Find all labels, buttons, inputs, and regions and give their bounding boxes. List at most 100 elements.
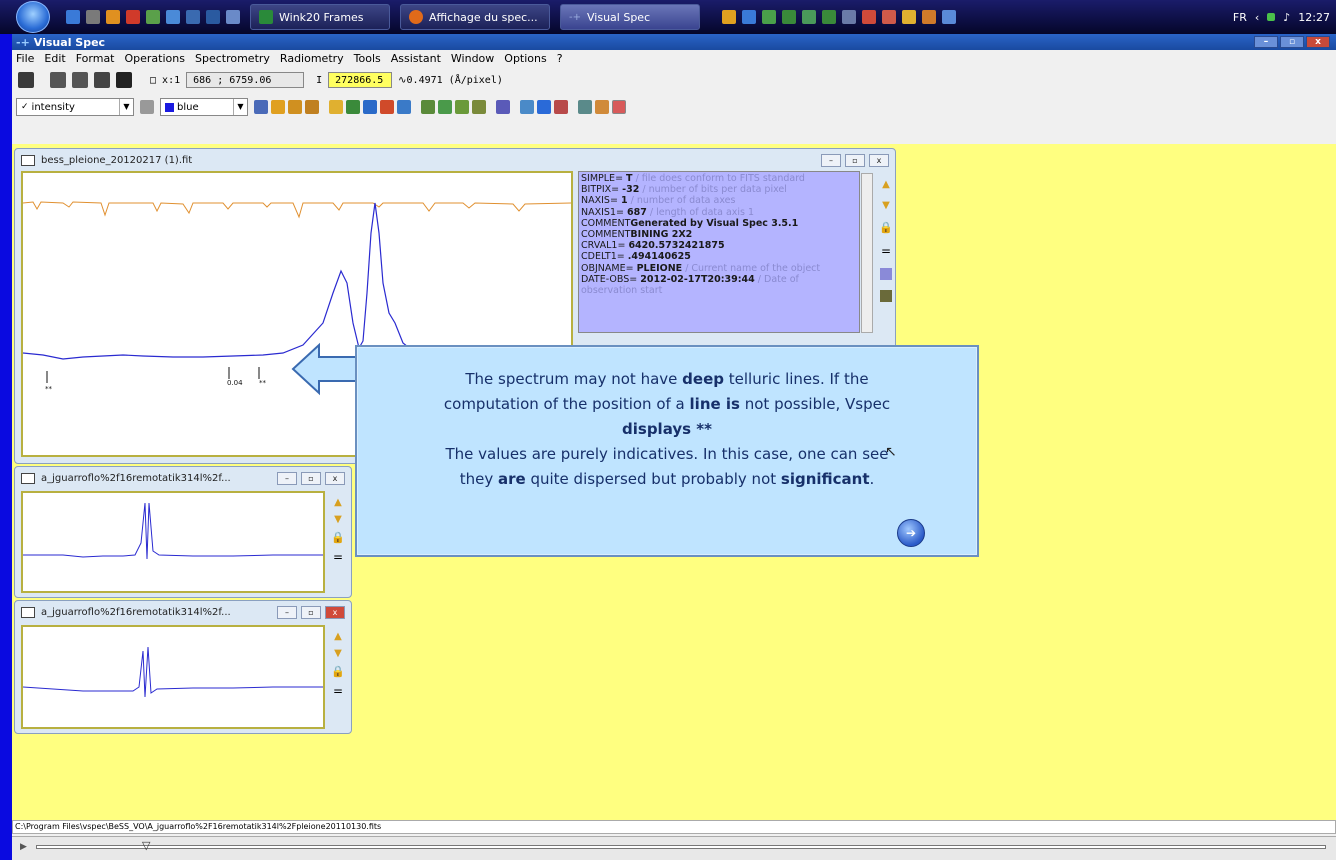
clock[interactable]: 12:27 <box>1298 11 1330 24</box>
menu-tools[interactable]: Tools <box>354 52 381 65</box>
quicklaunch-icon[interactable] <box>226 10 240 24</box>
drop-icon[interactable] <box>537 100 551 114</box>
lock-icon[interactable]: 🔒 <box>879 221 893 234</box>
arrow-down-icon[interactable]: ▼ <box>334 648 342 659</box>
start-button[interactable] <box>16 1 50 33</box>
pinned-icon[interactable] <box>722 10 736 24</box>
close-button[interactable]: x <box>1306 36 1330 48</box>
quicklaunch-icon[interactable] <box>146 10 160 24</box>
chevron-down-icon[interactable]: ▼ <box>233 99 247 115</box>
network-icon[interactable] <box>1267 13 1276 21</box>
menu-edit[interactable]: Edit <box>44 52 65 65</box>
maximize-button[interactable]: ▫ <box>845 153 865 167</box>
minimize-button[interactable]: – <box>1254 36 1278 48</box>
tool-icon[interactable] <box>254 100 268 114</box>
task-wink[interactable]: Wink20 Frames <box>250 4 390 30</box>
tool-icon[interactable] <box>520 100 534 114</box>
equal-icon[interactable]: = <box>333 550 343 564</box>
quicklaunch-icon[interactable] <box>66 10 80 24</box>
maximize-button[interactable]: ▫ <box>301 471 321 485</box>
tool-icon[interactable] <box>271 100 285 114</box>
pinned-icon[interactable] <box>782 10 796 24</box>
menu-help[interactable]: ? <box>557 52 563 65</box>
menu-options[interactable]: Options <box>504 52 546 65</box>
printer-icon[interactable] <box>18 72 34 88</box>
tool-icon[interactable] <box>305 100 319 114</box>
quicklaunch-icon[interactable] <box>86 10 100 24</box>
unzoom-icon[interactable] <box>380 100 394 114</box>
task-visual-spec[interactable]: -+ Visual Spec <box>560 4 700 30</box>
tool-icon[interactable] <box>421 100 435 114</box>
chevron-left-icon[interactable]: ‹ <box>1255 11 1259 24</box>
menu-operations[interactable]: Operations <box>125 52 185 65</box>
lock-icon[interactable]: 🔒 <box>331 531 345 544</box>
equal-icon[interactable]: = <box>333 684 343 698</box>
spectrum-slider[interactable]: ▶ ▽ <box>12 836 1336 860</box>
quicklaunch-icon[interactable] <box>166 10 180 24</box>
tool-icon[interactable] <box>346 100 360 114</box>
spectrum-plot[interactable] <box>21 491 325 593</box>
pinned-icon[interactable] <box>802 10 816 24</box>
tool-icon[interactable] <box>438 100 452 114</box>
menu-format[interactable]: Format <box>76 52 115 65</box>
language-indicator[interactable]: FR <box>1233 11 1247 24</box>
pinned-icon[interactable] <box>922 10 936 24</box>
quicklaunch-icon[interactable] <box>126 10 140 24</box>
volume-icon[interactable]: ♪ <box>1283 11 1290 24</box>
quicklaunch-icon[interactable] <box>186 10 200 24</box>
menu-window[interactable]: Window <box>451 52 494 65</box>
pinned-icon[interactable] <box>762 10 776 24</box>
menu-spectrometry[interactable]: Spectrometry <box>195 52 270 65</box>
minimize-button[interactable]: – <box>277 605 297 619</box>
equal-icon[interactable]: = <box>881 244 891 258</box>
spectrum-plot[interactable] <box>21 625 325 729</box>
pinned-icon[interactable] <box>882 10 896 24</box>
maximize-button[interactable]: ▫ <box>1280 36 1304 48</box>
zoom-icon[interactable] <box>363 100 377 114</box>
lock-icon[interactable]: 🔒 <box>331 665 345 678</box>
arrow-up-icon[interactable]: ▲ <box>882 179 890 190</box>
menu-assistant[interactable]: Assistant <box>391 52 441 65</box>
tool-icon[interactable] <box>554 100 568 114</box>
open-spectrum-icon[interactable] <box>72 72 88 88</box>
tool-icon[interactable] <box>397 100 411 114</box>
display-mode-combo[interactable]: ✓ intensity ▼ <box>16 98 134 116</box>
tool-icon[interactable] <box>595 100 609 114</box>
arrow-down-icon[interactable]: ▼ <box>882 200 890 211</box>
save-icon[interactable] <box>116 72 132 88</box>
close-button[interactable]: x <box>325 605 345 619</box>
maximize-button[interactable]: ▫ <box>301 605 321 619</box>
task-affichage[interactable]: Affichage du spec... <box>400 4 550 30</box>
pinned-icon[interactable] <box>742 10 756 24</box>
minimize-button[interactable]: – <box>821 153 841 167</box>
close-button[interactable]: x <box>869 153 889 167</box>
fits-header-panel[interactable]: SIMPLE= T / file does conform to FITS st… <box>578 171 860 333</box>
color-combo[interactable]: blue ▼ <box>160 98 248 116</box>
menu-radiometry[interactable]: Radiometry <box>280 52 344 65</box>
chart-icon[interactable] <box>880 268 892 280</box>
arrow-down-icon[interactable]: ▼ <box>334 514 342 525</box>
slider-thumb[interactable]: ▽ <box>142 839 150 852</box>
minimize-button[interactable]: – <box>277 471 297 485</box>
close-button[interactable]: x <box>325 471 345 485</box>
tool-icon[interactable] <box>455 100 469 114</box>
pinned-icon[interactable] <box>842 10 856 24</box>
pinned-icon[interactable] <box>822 10 836 24</box>
quicklaunch-icon[interactable] <box>206 10 220 24</box>
slider-track[interactable] <box>36 845 1326 849</box>
frame-icon[interactable] <box>880 290 892 302</box>
menu-file[interactable]: File <box>16 52 34 65</box>
tool-icon[interactable] <box>578 100 592 114</box>
chevron-down-icon[interactable]: ▼ <box>119 99 133 115</box>
pinned-icon[interactable] <box>942 10 956 24</box>
next-arrow-button[interactable]: ➔ <box>897 519 925 547</box>
open-icon[interactable] <box>50 72 66 88</box>
pinned-icon[interactable] <box>862 10 876 24</box>
fits-scrollbar[interactable] <box>861 173 873 333</box>
spectrum-window-2[interactable]: a_jguarroflo%2f16remotatik314l%2f... – ▫… <box>14 466 352 598</box>
pinned-icon[interactable] <box>902 10 916 24</box>
tool-icon[interactable] <box>496 100 510 114</box>
arrow-up-icon[interactable]: ▲ <box>334 631 342 642</box>
play-icon[interactable]: ▶ <box>20 842 27 852</box>
spectrum-window-3[interactable]: a_jguarroflo%2f16remotatik314l%2f... – ▫… <box>14 600 352 734</box>
